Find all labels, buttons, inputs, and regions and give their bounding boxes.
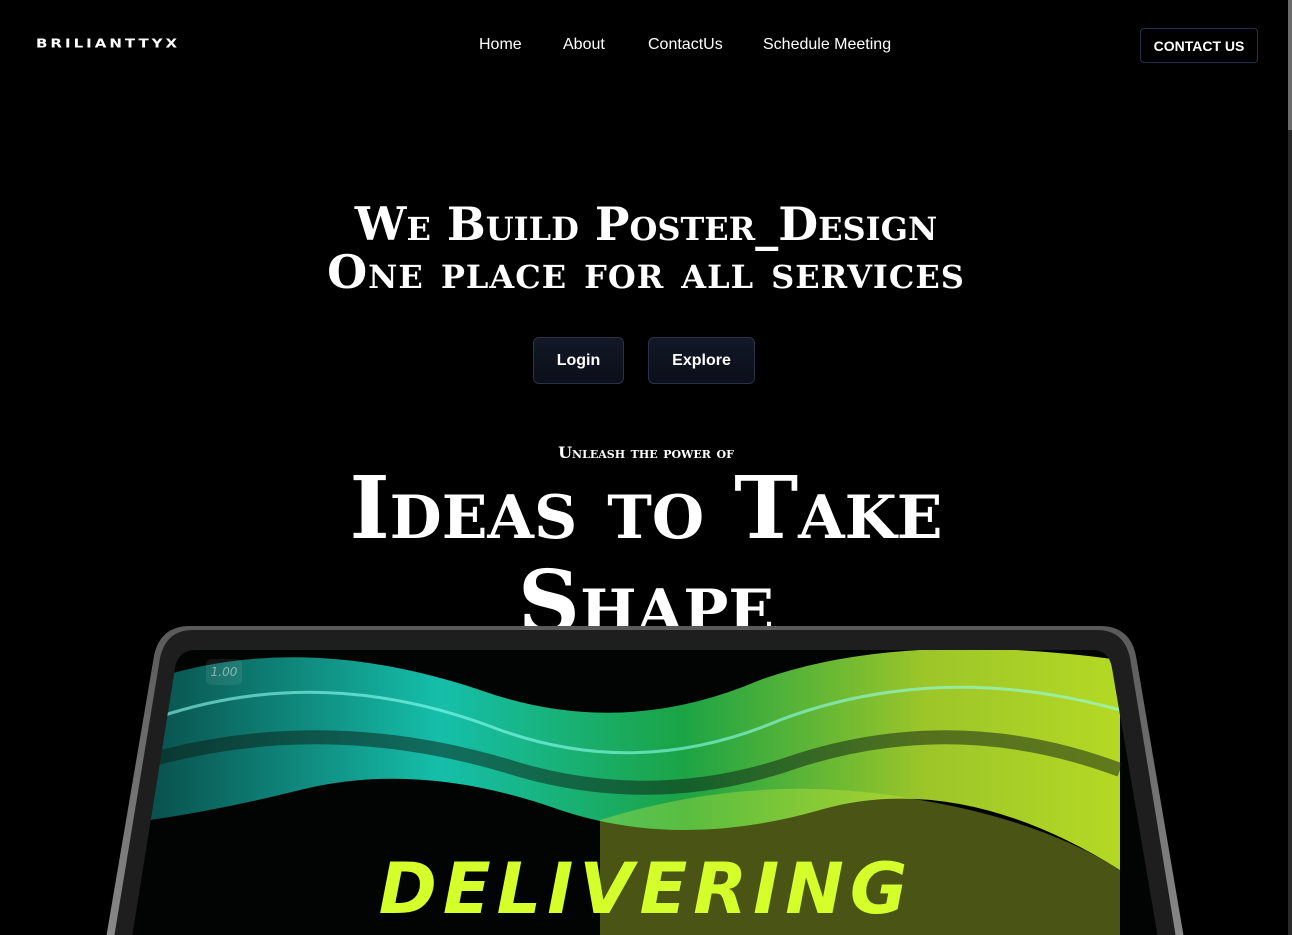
contact-us-button[interactable]: CONTACT US <box>1140 28 1258 63</box>
hero-headline-line1: Ideas to Take <box>349 458 943 559</box>
scrollbar-thumb[interactable] <box>1288 0 1292 130</box>
nav-link-about[interactable]: About <box>563 36 605 54</box>
hero-title: We Build Poster_Design One place for all… <box>0 200 1292 296</box>
explore-button[interactable]: Explore <box>648 337 755 384</box>
login-button[interactable]: Login <box>533 337 624 384</box>
nav-link-contactus[interactable]: ContactUs <box>648 36 723 54</box>
hero-title-line1: We Build Poster_Design <box>354 197 938 251</box>
zoom-badge: 1.00 <box>206 659 242 685</box>
nav-link-schedule-meeting[interactable]: Schedule Meeting <box>763 36 891 54</box>
hero-title-line2: One place for all services <box>327 245 965 299</box>
page: BRILIANTTYX Home About ContactUs Schedul… <box>0 0 1292 935</box>
screen-headline: DELIVERING <box>378 848 914 930</box>
main-nav: Home About ContactUs Schedule Meeting <box>0 36 1292 56</box>
nav-link-home[interactable]: Home <box>479 36 522 54</box>
page-scrollbar[interactable] <box>1288 0 1292 935</box>
